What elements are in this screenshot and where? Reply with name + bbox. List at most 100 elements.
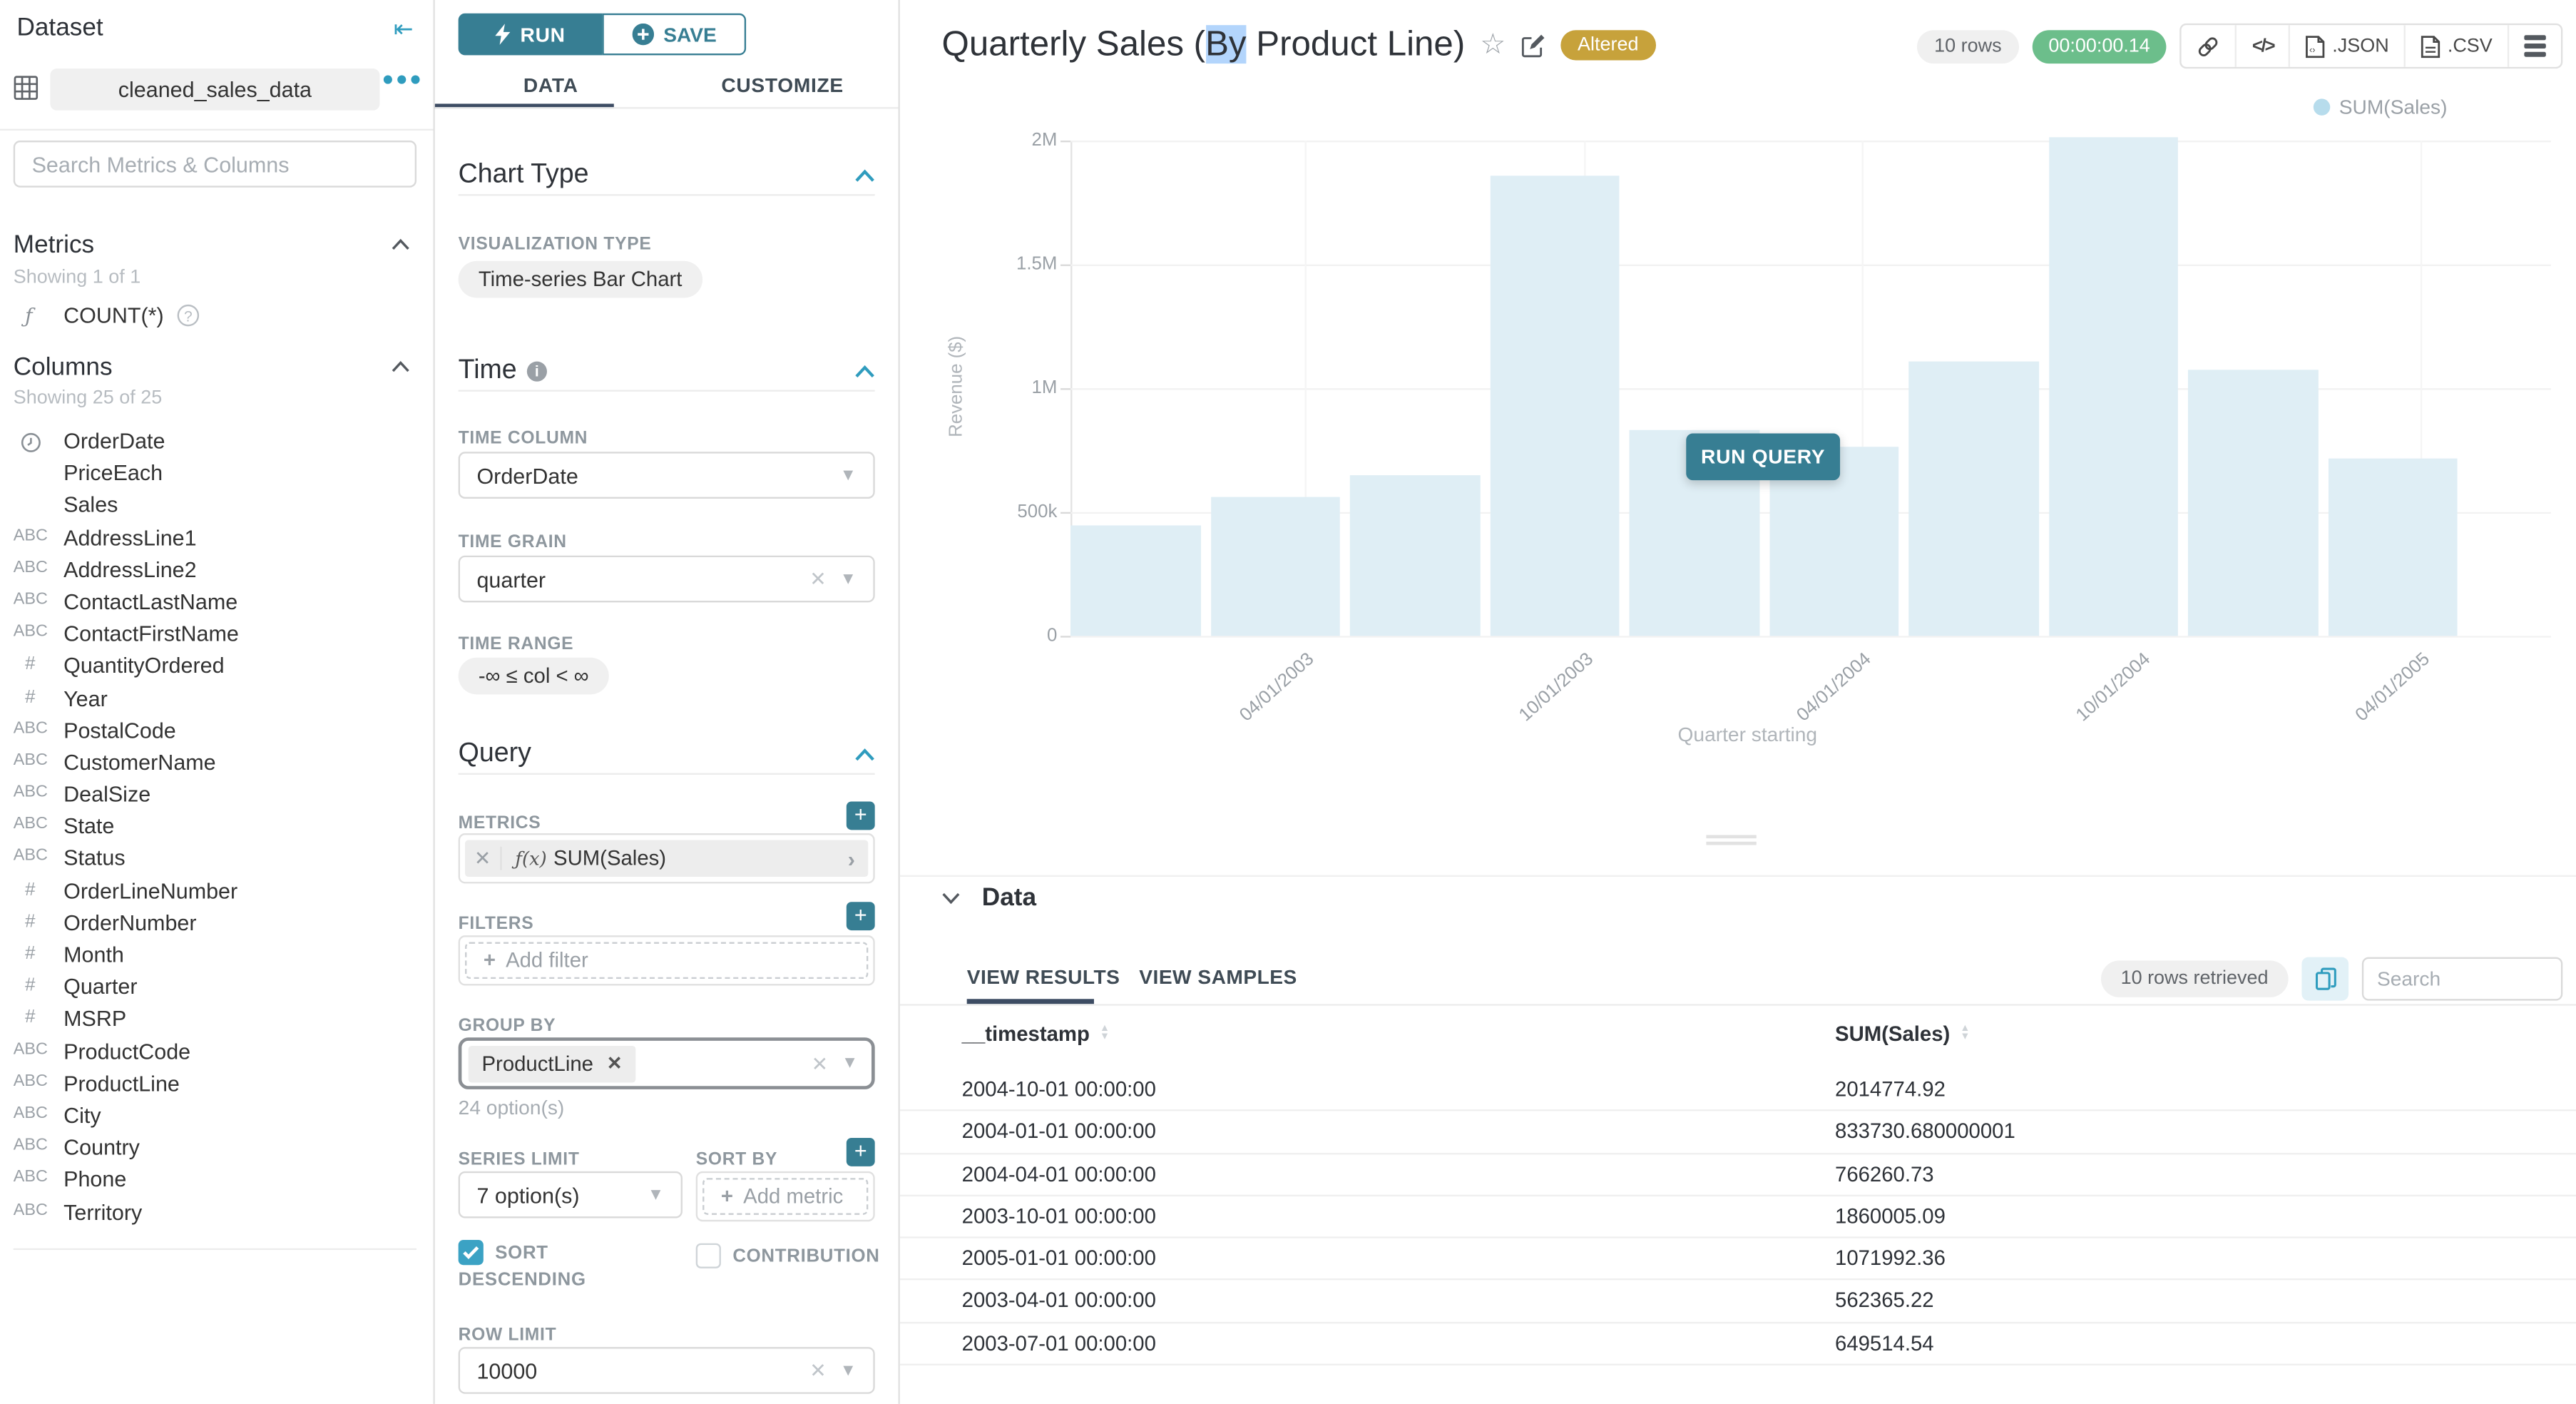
- panel-resize-handle[interactable]: [1706, 835, 1756, 848]
- results-table: 2004-10-01 00:00:002014774.922004-01-01 …: [900, 1069, 2576, 1365]
- chart-title[interactable]: Quarterly Sales (By Product Line): [942, 25, 1466, 65]
- add-metric-plus-button[interactable]: +: [847, 801, 875, 830]
- column-list-item[interactable]: ABCPhone: [0, 1165, 433, 1197]
- bar[interactable]: [1908, 361, 2038, 636]
- bar[interactable]: [1210, 497, 1340, 636]
- column-list-item[interactable]: PriceEach: [0, 459, 433, 491]
- sort-icon[interactable]: ▲▼: [1100, 1026, 1110, 1042]
- add-sort-metric-button[interactable]: + Add metric: [702, 1178, 868, 1215]
- sort-by-plus-button[interactable]: +: [847, 1138, 875, 1166]
- sort-icon[interactable]: ▲▼: [1960, 1026, 1970, 1042]
- group-by-select[interactable]: ProductLine✕ ✕ ▼: [459, 1037, 875, 1089]
- viz-type-value[interactable]: Time-series Bar Chart: [459, 261, 702, 298]
- clear-icon[interactable]: ✕: [809, 567, 827, 591]
- column-list-item[interactable]: #Year: [0, 683, 433, 716]
- copy-data-button[interactable]: [2301, 957, 2348, 1001]
- table-row[interactable]: 2004-01-01 00:00:00833730.680000001: [900, 1112, 2576, 1154]
- time-grain-select[interactable]: quarter ✕ ▼: [459, 556, 875, 603]
- column-list-item[interactable]: #QuantityOrdered: [0, 651, 433, 683]
- column-list-item[interactable]: #MSRP: [0, 1004, 433, 1037]
- metric-chip[interactable]: ✕ ƒ(x)SUM(Sales) ›: [465, 840, 868, 877]
- expand-metric-icon[interactable]: ›: [834, 846, 868, 871]
- bar[interactable]: [1350, 475, 1480, 636]
- add-filter-plus-button[interactable]: +: [847, 902, 875, 930]
- clear-icon[interactable]: ✕: [812, 1052, 829, 1075]
- metrics-collapse-icon[interactable]: [392, 238, 410, 251]
- tab-customize[interactable]: CUSTOMIZE: [667, 67, 899, 107]
- altered-badge[interactable]: Altered: [1561, 30, 1655, 60]
- tab-view-samples[interactable]: VIEW SAMPLES: [1139, 965, 1297, 989]
- column-list-item[interactable]: ABCStatus: [0, 844, 433, 876]
- metrics-control: ✕ ƒ(x)SUM(Sales) ›: [459, 833, 875, 883]
- tab-data[interactable]: DATA: [435, 67, 667, 107]
- column-header-timestamp[interactable]: __timestamp▲▼: [962, 1022, 1110, 1046]
- bar[interactable]: [2188, 370, 2318, 636]
- column-list-item[interactable]: ABCCustomerName: [0, 748, 433, 780]
- column-list-item[interactable]: ABCContactLastName: [0, 587, 433, 619]
- export-csv-button[interactable]: .CSV: [2406, 25, 2509, 67]
- run-button[interactable]: RUN: [459, 14, 603, 56]
- row-limit-select[interactable]: 10000 ✕ ▼: [459, 1347, 875, 1394]
- time-column-select[interactable]: OrderDate ▼: [459, 452, 875, 499]
- data-panel-chevron-icon[interactable]: [942, 891, 961, 905]
- bar[interactable]: [2048, 137, 2178, 636]
- columns-collapse-icon[interactable]: [392, 360, 410, 373]
- column-list-item[interactable]: ABCPostalCode: [0, 716, 433, 748]
- copy-link-button[interactable]: [2182, 25, 2237, 67]
- column-list-item[interactable]: OrderDate: [0, 427, 433, 459]
- run-query-overlay-button[interactable]: RUN QUERY: [1686, 433, 1840, 480]
- column-list-item[interactable]: Sales: [0, 491, 433, 523]
- chart-legend[interactable]: SUM(Sales): [2314, 96, 2448, 119]
- column-list-item[interactable]: ABCState: [0, 812, 433, 844]
- table-row[interactable]: 2003-07-01 00:00:00649514.54: [900, 1323, 2576, 1365]
- sort-descending-checkbox[interactable]: [459, 1240, 484, 1265]
- query-collapse-icon[interactable]: [855, 748, 875, 761]
- time-collapse-icon[interactable]: [855, 365, 875, 378]
- bar[interactable]: [1070, 526, 1200, 636]
- chart-type-collapse-icon[interactable]: [855, 169, 875, 183]
- clear-icon[interactable]: ✕: [809, 1359, 827, 1383]
- column-list-item[interactable]: ABCProductLine: [0, 1069, 433, 1101]
- column-list-item[interactable]: #OrderNumber: [0, 908, 433, 940]
- dataset-name[interactable]: cleaned_sales_data: [50, 68, 379, 111]
- metric-list-item[interactable]: ƒ COUNT(*) ?: [0, 303, 433, 335]
- column-list-item[interactable]: ABCDealSize: [0, 780, 433, 812]
- table-row[interactable]: 2004-04-01 00:00:00766260.73: [900, 1154, 2576, 1196]
- data-search-input[interactable]: [2362, 957, 2562, 1001]
- column-list-item[interactable]: ABCAddressLine1: [0, 523, 433, 555]
- table-row[interactable]: 2003-10-01 00:00:001860005.09: [900, 1196, 2576, 1238]
- series-limit-select[interactable]: 7 option(s) ▼: [459, 1171, 683, 1219]
- add-filter-button[interactable]: + Add filter: [465, 942, 868, 980]
- bar[interactable]: [1490, 176, 1620, 636]
- time-range-value[interactable]: -∞ ≤ col < ∞: [459, 658, 609, 695]
- dataset-options-icon[interactable]: ●●●: [382, 67, 423, 91]
- favorite-star-icon[interactable]: ☆: [1480, 29, 1506, 62]
- contribution-checkbox[interactable]: [696, 1243, 721, 1268]
- column-list-item[interactable]: ABCAddressLine2: [0, 555, 433, 587]
- chart-menu-button[interactable]: [2509, 25, 2561, 67]
- embed-code-button[interactable]: </>: [2237, 25, 2291, 67]
- edit-title-icon[interactable]: [1520, 33, 1545, 58]
- export-json-button[interactable]: ‹› .JSON: [2291, 25, 2406, 67]
- table-row[interactable]: 2004-10-01 00:00:002014774.92: [900, 1069, 2576, 1112]
- tab-view-results[interactable]: VIEW RESULTS: [967, 965, 1120, 989]
- table-row[interactable]: 2005-01-01 00:00:001071992.36: [900, 1238, 2576, 1281]
- plus-circle-icon: [632, 24, 653, 45]
- column-list-item[interactable]: ABCCity: [0, 1101, 433, 1133]
- save-button[interactable]: SAVE: [602, 14, 746, 56]
- column-list-item[interactable]: ABCContactFirstName: [0, 619, 433, 651]
- collapse-panel-icon[interactable]: ⇤: [394, 15, 414, 44]
- search-metrics-columns-input[interactable]: [14, 141, 416, 188]
- column-list-item[interactable]: #Quarter: [0, 972, 433, 1004]
- column-list-item[interactable]: #Month: [0, 940, 433, 972]
- column-list-item[interactable]: #OrderLineNumber: [0, 876, 433, 908]
- remove-metric-icon[interactable]: ✕: [465, 847, 502, 870]
- group-by-chip[interactable]: ProductLine✕: [469, 1045, 635, 1082]
- column-list-item[interactable]: ABCCountry: [0, 1133, 433, 1165]
- column-list-item[interactable]: ABCProductCode: [0, 1037, 433, 1069]
- bar[interactable]: [2328, 457, 2458, 636]
- table-row[interactable]: 2003-04-01 00:00:00562365.22: [900, 1281, 2576, 1323]
- column-list-item[interactable]: ABCTerritory: [0, 1197, 433, 1229]
- column-header-metric[interactable]: SUM(Sales)▲▼: [1835, 1022, 1970, 1046]
- remove-chip-icon[interactable]: ✕: [607, 1052, 623, 1074]
